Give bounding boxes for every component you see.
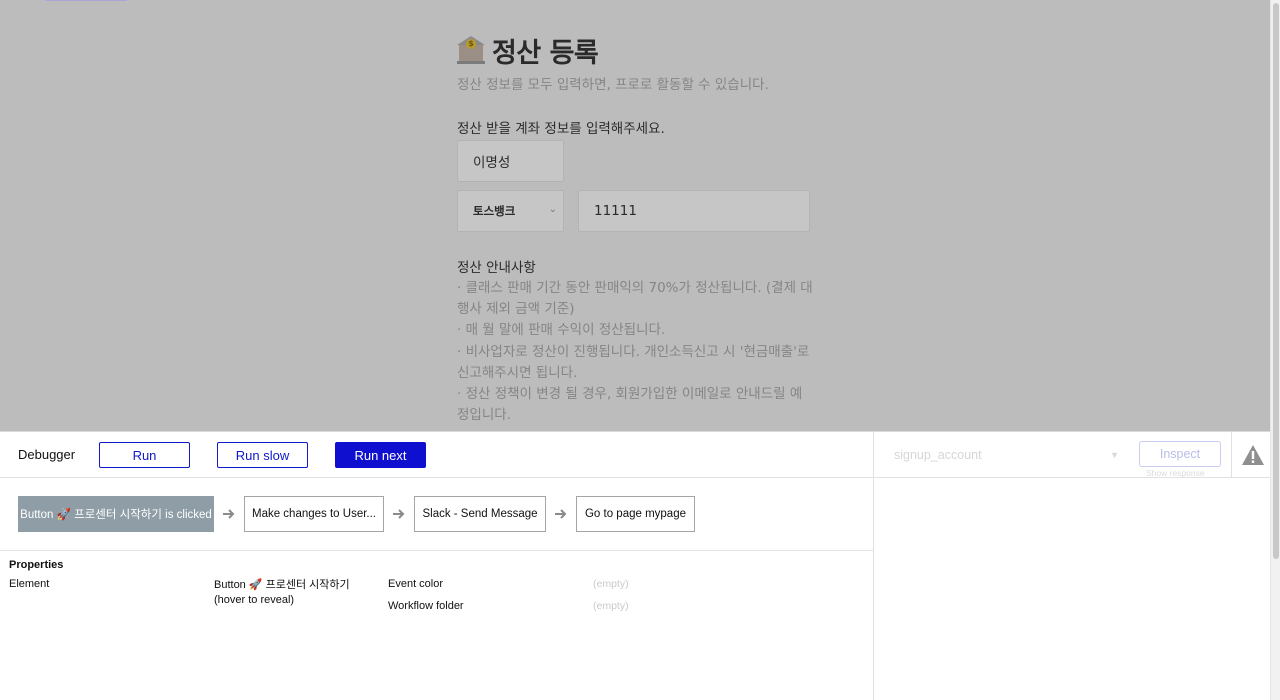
warning-triangle-icon[interactable] [1241, 444, 1265, 466]
account-number-input[interactable]: 11111 [578, 190, 810, 232]
notice-item: · 정산 정책이 변경 될 경우, 회원가입한 이메일로 안내드릴 예정입니다. [457, 386, 803, 424]
notice-heading: 정산 안내사항 [457, 260, 536, 276]
scrollbar-thumb[interactable] [1273, 3, 1279, 559]
arrow-right-icon [393, 509, 405, 519]
tab-indicator [44, 0, 128, 1]
properties-panel: Properties Element Button 🚀 프로센터 시작하기 (h… [0, 552, 873, 700]
settlement-form: $ 정산 등록 정산 정보를 모두 입력하면, 프로로 활동할 수 있습니다. … [457, 33, 817, 423]
property-label: Workflow folder [388, 600, 464, 612]
page-scrollbar[interactable] [1270, 0, 1280, 700]
inspector-toolbar: signup_account ▼ Inspect Show response [874, 432, 1271, 478]
workflow-step[interactable]: Go to page mypage [576, 496, 695, 532]
page-title: 정산 등록 [492, 37, 599, 69]
chevron-down-icon: ▼ [1110, 450, 1119, 460]
run-button[interactable]: Run [99, 442, 190, 468]
element-select-value: signup_account [894, 448, 982, 462]
debugger-panel: Debugger Run Run slow Run next Button 🚀 … [0, 431, 1271, 700]
element-select[interactable]: signup_account ▼ [882, 441, 1127, 469]
workflow-step[interactable]: Make changes to User... [244, 496, 384, 532]
arrow-right-icon [555, 509, 567, 519]
account-prompt: 정산 받을 계좌 정보를 입력해주세요. [457, 121, 665, 137]
bank-select-value: 토스뱅크 [473, 204, 516, 218]
inspect-button[interactable]: Inspect [1139, 441, 1221, 467]
page-subtitle: 정산 정보를 모두 입력하면, 프로로 활동할 수 있습니다. [457, 77, 769, 93]
workflow-steps: Button 🚀 프로센터 시작하기 is clicked Make chang… [0, 479, 873, 551]
notice-list: · 클래스 판매 기간 동안 판매익의 70%가 정산됩니다. (결제 대행사 … [457, 278, 813, 426]
debugger-label: Debugger [18, 447, 76, 462]
workflow-step-trigger[interactable]: Button 🚀 프로센터 시작하기 is clicked [18, 496, 214, 532]
properties-title: Properties [9, 559, 64, 571]
show-response-link[interactable]: Show response [1146, 468, 1205, 478]
chevron-down-icon: ⌄ [548, 204, 557, 215]
property-value: (empty) [593, 600, 629, 612]
title-row: $ 정산 등록 [457, 33, 817, 69]
run-slow-button[interactable]: Run slow [217, 442, 308, 468]
workflow-step[interactable]: Slack - Send Message [414, 496, 546, 532]
notice-item: · 비사업자로 정산이 진행됩니다. 개인소득신고 시 '현금매출'로 신고해주… [457, 343, 810, 381]
notice-item: · 매 월 말에 판매 수익이 정산됩니다. [457, 322, 666, 339]
notice-item: · 클래스 판매 기간 동안 판매익의 70%가 정산됩니다. (결제 대행사 … [457, 280, 813, 318]
property-value[interactable]: Button 🚀 프로센터 시작하기 (hover to reveal) [214, 578, 379, 607]
property-label: Element [9, 578, 50, 590]
property-value: (empty) [593, 578, 629, 590]
inspector-panel: signup_account ▼ Inspect Show response [873, 432, 1271, 700]
debugger-toolbar: Debugger Run Run slow Run next [0, 432, 873, 478]
arrow-right-icon [223, 509, 235, 519]
property-label: Event color [388, 578, 444, 590]
page-preview: $ 정산 등록 정산 정보를 모두 입력하면, 프로로 활동할 수 있습니다. … [0, 0, 1270, 432]
warning-area [1231, 432, 1271, 478]
bank-select[interactable]: 토스뱅크 ⌄ [457, 190, 564, 232]
account-holder-input[interactable]: 이명성 [457, 140, 564, 182]
run-next-button[interactable]: Run next [335, 442, 426, 468]
bank-icon: $ [457, 36, 485, 64]
